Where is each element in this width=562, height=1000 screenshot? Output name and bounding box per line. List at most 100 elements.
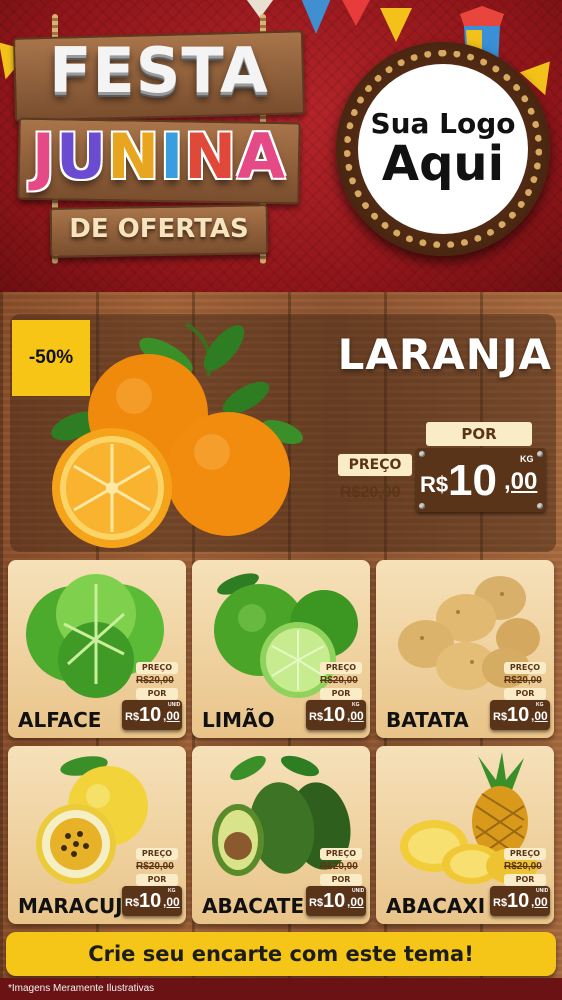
price-currency: R$ [125,897,140,909]
new-price: R$ 10 ,00 UNID [490,886,550,916]
title-festa: FESTA [49,34,269,107]
por-label: POR [136,688,178,700]
logo-text-line1: Sua Logo [370,107,516,141]
price-unit: KG [352,702,360,708]
por-label: POR [426,422,532,446]
logo-badge: Sua Logo Aqui [336,42,550,256]
price-unit: KG [520,454,534,464]
discount-tag: -50% [12,320,90,396]
old-price: R$20,00 [504,861,542,872]
festa-junina-sign: FESTA JUNINA DE OFERTAS [12,14,306,264]
price-tag: PREÇO R$20,00 POR R$ 10 ,00 UNID [490,848,550,918]
logo-placeholder: Sua Logo Aqui [358,64,528,234]
product-name: BATATA [386,708,469,732]
disclaimer-note: *Imagens Meramente Ilustrativas [8,983,155,994]
old-price: R$20,00 [340,484,401,501]
nail-icon [537,451,543,457]
price-integer: 10 [139,704,162,726]
preco-label: PREÇO [320,662,362,674]
preco-label: PREÇO [136,848,178,860]
title-junina-letter: U [55,120,108,193]
title-junina-letter: N [107,120,161,193]
price-integer: 10 [448,456,497,505]
bunting-flag-blue [300,0,332,34]
price-currency: R$ [309,897,324,909]
price-tag: PREÇO R$20,00 POR R$ 10 ,00 UNID [122,662,182,732]
title-junina-letter: A [237,120,287,193]
product-card-abacate: ABACATE PREÇO R$20,00 POR R$ 10 ,00 UNID [192,746,370,924]
new-price: R$ 10 ,00 KG [306,700,366,730]
preco-label: PREÇO [504,662,546,674]
cta-banner[interactable]: Crie seu encarte com este tema! [6,932,556,976]
nail-icon [419,503,425,509]
por-label: POR [320,874,362,886]
price-tag: PREÇO R$20,00 POR R$ 10 ,00 UNID [306,848,366,918]
preco-label: PREÇO [504,848,546,860]
header-banner: FESTA JUNINA DE OFERTAS Sua Logo Aqui [0,0,562,292]
new-price: R$ 10 ,00 KG [490,700,550,730]
price-currency: R$ [309,711,324,723]
product-card-abacaxi: ABACAXI PREÇO R$20,00 POR R$ 10 ,00 UNID [376,746,554,924]
price-currency: R$ [125,711,140,723]
old-price: R$20,00 [320,675,358,686]
price-decimal: ,00 [531,709,548,723]
product-card-alface: ALFACE PREÇO R$20,00 POR R$ 10 ,00 UNID [8,560,186,738]
price-integer: 10 [323,704,346,726]
preco-label: PREÇO [320,848,362,860]
price-integer: 10 [507,890,530,912]
price-decimal: ,00 [347,895,364,909]
por-label: POR [504,688,546,700]
por-label: POR [136,874,178,886]
new-price: R$ 10 ,00 KG [416,448,546,512]
nail-icon [537,503,543,509]
price-decimal: ,00 [163,895,180,909]
price-unit: KG [168,888,176,894]
product-name: ABACAXI [386,894,486,918]
product-name: ABACATE [202,894,305,918]
price-decimal: ,00 [531,895,548,909]
title-junina-letter: N [184,120,238,193]
price-tag: PREÇO R$20,00 POR R$ 10 ,00 KG [122,848,182,918]
preco-label: PREÇO [338,454,412,476]
new-price: R$ 10 ,00 KG [122,886,182,916]
logo-text-line2: Aqui [381,135,505,192]
title-de-ofertas: DE OFERTAS [69,214,249,244]
price-currency: R$ [420,472,449,497]
bunting-flag-red [340,0,372,26]
title-junina-letter: I [160,120,185,193]
price-currency: R$ [493,711,508,723]
old-price: R$20,00 [136,861,174,872]
title-junina: JUNINA [14,120,304,193]
old-price: R$20,00 [504,675,542,686]
bunting-flag-yellow [380,8,412,42]
price-integer: 10 [139,890,162,912]
old-price: R$20,00 [320,861,358,872]
price-tag: PREÇO R$20,00 POR R$ 10 ,00 KG [490,662,550,732]
new-price: R$ 10 ,00 UNID [122,700,182,730]
price-decimal: ,00 [504,468,538,495]
price-decimal: ,00 [347,709,364,723]
title-junina-letter: J [31,120,56,193]
price-tag: PREÇO R$20,00 POR R$ 10 ,00 KG [306,662,366,732]
new-price: R$ 10 ,00 UNID [306,886,366,916]
product-card-maracuja: MARACUJÁ PREÇO R$20,00 POR R$ 10 ,00 KG [8,746,186,924]
old-price: R$20,00 [136,675,174,686]
price-integer: 10 [507,704,530,726]
product-card-batata: BATATA PREÇO R$20,00 POR R$ 10 ,00 KG [376,560,554,738]
preco-label: PREÇO [136,662,178,674]
product-name: ALFACE [18,708,102,732]
featured-price-tag: PREÇO R$20,00 POR R$ 10 ,00 KG [334,422,548,514]
price-decimal: ,00 [163,709,180,723]
nail-icon [419,451,425,457]
featured-product-name: LARANJA [337,330,552,379]
price-unit: UNID [168,702,181,708]
price-unit: KG [536,702,544,708]
product-name: LIMÃO [202,708,275,732]
price-currency: R$ [493,897,508,909]
product-card-limao: LIMÃO PREÇO R$20,00 POR R$ 10 ,00 KG [192,560,370,738]
por-label: POR [320,688,362,700]
por-label: POR [504,874,546,886]
price-unit: UNID [536,888,549,894]
price-integer: 10 [323,890,346,912]
footer-bar: *Imagens Meramente Ilustrativas [0,978,562,1000]
